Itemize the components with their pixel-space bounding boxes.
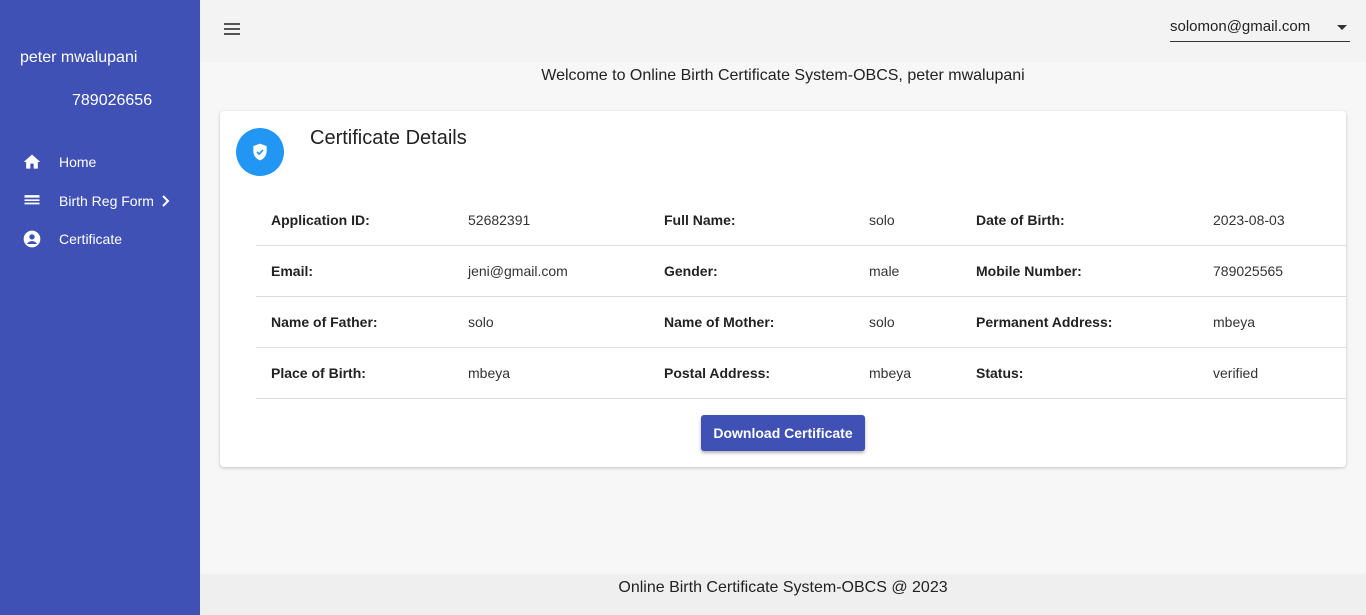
sidebar-item-label: Home xyxy=(59,154,97,170)
menu-icon[interactable] xyxy=(222,20,242,38)
field-value: solo xyxy=(468,314,494,330)
field-label: Mobile Number: xyxy=(976,263,1082,279)
download-certificate-button[interactable]: Download Certificate xyxy=(701,415,865,451)
user-email: solomon@gmail.com xyxy=(1170,18,1311,35)
sidebar: peter mwalupani 789026656 Home Birth Reg… xyxy=(0,0,200,615)
chevron-right-icon xyxy=(162,195,170,207)
home-icon xyxy=(23,154,41,169)
field-value: mbeya xyxy=(1213,314,1256,330)
field-label: Full Name: xyxy=(664,212,736,228)
sidebar-item-certificate[interactable]: Certificate xyxy=(0,224,200,254)
table-row: Application ID: 52682391 Full Name: solo… xyxy=(256,195,1346,246)
field-value: 2023-08-03 xyxy=(1213,212,1285,228)
sidebar-item-label: Certificate xyxy=(59,231,123,247)
field-value: solo xyxy=(869,212,895,228)
field-value: mbeya xyxy=(468,365,511,381)
table-row: Place of Birth: mbeya Postal Address: mb… xyxy=(256,348,1346,399)
caret-down-icon xyxy=(1337,25,1347,30)
form-icon xyxy=(24,195,40,205)
table-row: Name of Father: solo Name of Mother: sol… xyxy=(256,297,1346,348)
field-label: Name of Mother: xyxy=(664,314,775,330)
sidebar-item-label: Birth Reg Form xyxy=(59,193,154,209)
sidebar-item-birth-reg-form[interactable]: Birth Reg Form xyxy=(0,186,200,216)
field-label: Application ID: xyxy=(271,212,370,228)
topbar: solomon@gmail.com xyxy=(200,0,1366,62)
account-circle-icon xyxy=(23,230,41,248)
field-label: Name of Father: xyxy=(271,314,378,330)
field-value: male xyxy=(869,263,900,279)
certificate-details-card: Certificate Details Application ID: 5268… xyxy=(220,111,1346,467)
field-label: Place of Birth: xyxy=(271,365,366,381)
field-label: Status: xyxy=(976,365,1024,381)
field-value: jeni@gmail.com xyxy=(468,263,568,279)
details-table: Application ID: 52682391 Full Name: solo… xyxy=(256,195,1346,399)
sidebar-user-name: peter mwalupani xyxy=(20,49,138,66)
table-row: Email: jeni@gmail.com Gender: male Mobil… xyxy=(256,246,1346,297)
field-label: Date of Birth: xyxy=(976,212,1065,228)
field-label: Gender: xyxy=(664,263,718,279)
field-value: 789025565 xyxy=(1213,263,1284,279)
sidebar-user-phone: 789026656 xyxy=(72,92,153,109)
welcome-message: Welcome to Online Birth Certificate Syst… xyxy=(541,67,1025,84)
field-value: 52682391 xyxy=(468,212,531,228)
card-title: Certificate Details xyxy=(310,127,467,149)
sidebar-item-home[interactable]: Home xyxy=(0,147,200,177)
user-account-select[interactable]: solomon@gmail.com xyxy=(1170,10,1350,42)
field-value: mbeya xyxy=(869,365,912,381)
field-label: Email: xyxy=(271,263,314,279)
field-value: verified xyxy=(1213,365,1259,381)
field-value: solo xyxy=(869,314,895,330)
field-label: Permanent Address: xyxy=(976,314,1113,330)
verified-shield-icon xyxy=(236,128,284,176)
footer: Online Birth Certificate System-OBCS @ 2… xyxy=(200,574,1366,615)
field-label: Postal Address: xyxy=(664,365,771,381)
